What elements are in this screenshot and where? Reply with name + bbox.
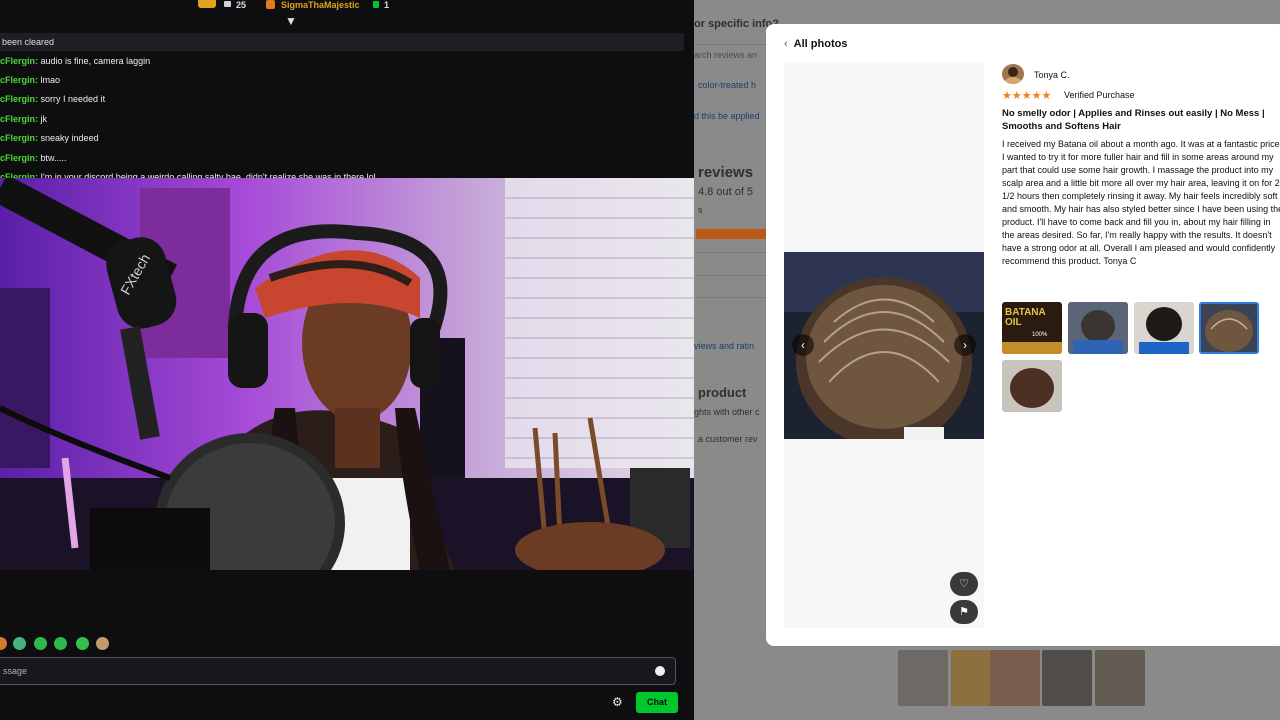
chevron-left-icon: ‹ [784, 38, 788, 50]
avatar [1002, 64, 1024, 84]
chat-message: cFlergin: audio is fine, camera laggin [0, 56, 151, 66]
bg-product-sub: ghts with other c [694, 407, 760, 417]
bg-photo-thumb[interactable] [1042, 650, 1092, 706]
webcam-image: FXtech [0, 178, 694, 570]
review-body: I received my Batana oil about a month a… [1002, 139, 1280, 266]
bg-rating: 4.8 out of 5 [698, 186, 754, 198]
chat-send-button[interactable]: Chat [636, 692, 678, 713]
bg-product-heading: product [698, 385, 747, 400]
reviewer-name[interactable]: Tonya C. [1034, 70, 1070, 80]
stream-chat-panel: 25 SigmaThaMajestic 1 ▼ been cleared cFl… [0, 0, 694, 720]
chat-message: cFlergin: lmao [0, 75, 61, 85]
emote-picker-icon[interactable] [655, 666, 665, 676]
review-thumbnail[interactable] [1002, 360, 1062, 412]
bg-chip[interactable]: color-treated h [698, 80, 756, 90]
bits-icon [373, 1, 379, 8]
review-thumbnail[interactable]: BATANA OIL 100% [1002, 302, 1062, 354]
chat-top-bar: 25 SigmaThaMajestic 1 ▼ [0, 0, 694, 27]
thumbnail-sublabel: 100% [1032, 332, 1048, 338]
chat-input-placeholder: ssage [3, 666, 28, 676]
chat-cleared-notice: been cleared [0, 33, 684, 51]
gift-icon[interactable] [198, 0, 216, 8]
review-main-photo: ‹ › [784, 252, 984, 439]
chat-message: cFlergin: sneaky indeed [0, 133, 99, 143]
heart-icon[interactable]: ♡ [950, 572, 978, 596]
emote-5[interactable] [76, 637, 89, 650]
chat-message: cFlergin: btw..... [0, 153, 67, 163]
bg-reviews-heading: reviews [698, 164, 754, 181]
bg-photo-thumb[interactable] [990, 650, 1040, 706]
gear-icon[interactable]: ⚙ [612, 695, 623, 709]
all-photos-modal: ‹ All photos ‹ › ♡ ⚑ Tonya C. ★★★★★ Verif… [766, 24, 1280, 646]
bits-count: 1 [384, 0, 390, 10]
chat-message: cFlergin: sorry I needed it [0, 94, 106, 104]
review-title: No smelly odor | Applies and Rinses out … [1002, 108, 1265, 132]
next-photo-button[interactable]: › [954, 334, 976, 356]
flag-icon[interactable]: ⚑ [950, 600, 978, 624]
previous-photo-button[interactable]: ‹ [792, 334, 814, 356]
review-thumbnail-selected[interactable] [1199, 302, 1259, 354]
emote-1[interactable] [0, 637, 7, 650]
bg-photo-thumb[interactable] [1095, 650, 1145, 706]
verified-purchase-badge: Verified Purchase [1064, 90, 1135, 100]
emote-6[interactable] [96, 637, 109, 650]
bg-customer-link[interactable]: a customer rev [698, 434, 758, 444]
emote-4[interactable] [54, 637, 67, 650]
subscriber-icon [224, 1, 231, 7]
user-badge-icon [266, 0, 275, 9]
chat-message: cFlergin: jk [0, 114, 48, 124]
all-photos-back-button[interactable]: ‹ All photos [784, 38, 847, 50]
webcam-feed: FXtech [0, 178, 694, 570]
chevron-down-icon[interactable]: ▼ [285, 15, 297, 27]
review-thumbnail[interactable] [1134, 302, 1194, 354]
featured-username[interactable]: SigmaThaMajestic [281, 0, 360, 10]
emote-2[interactable] [13, 637, 26, 650]
bg-search[interactable]: arch reviews an [694, 50, 757, 60]
thumbnail-label: BATANA OIL [1005, 307, 1046, 328]
bg-photo-thumb[interactable] [898, 650, 948, 706]
chat-message-input[interactable]: ssage [0, 657, 676, 685]
emote-3[interactable] [34, 637, 47, 650]
bg-filter-note: d this be applied [694, 111, 760, 121]
bg-reviews-link[interactable]: views and ratin [694, 341, 754, 351]
star-rating: ★★★★★ [1002, 90, 1052, 102]
review-thumbnail[interactable] [1068, 302, 1128, 354]
gift-count: 25 [236, 0, 247, 10]
bg-rating-tag: s [698, 205, 703, 215]
